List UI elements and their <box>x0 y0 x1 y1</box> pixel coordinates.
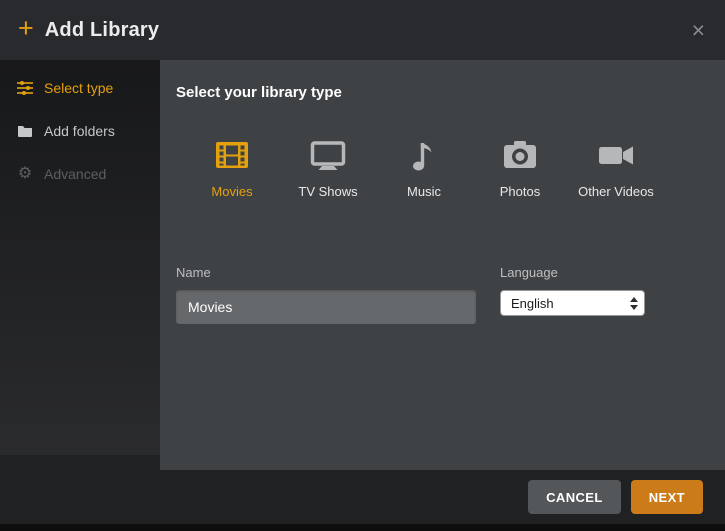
language-field-group: Language English <box>500 265 645 324</box>
language-select-value: English <box>511 296 554 311</box>
panel-heading: Select your library type <box>176 84 701 101</box>
library-type-list: Movies TV Shows <box>184 135 701 199</box>
plus-icon: + <box>18 15 34 42</box>
next-button[interactable]: NEXT <box>631 480 703 514</box>
folder-icon <box>16 123 34 139</box>
dialog-footer: CANCEL NEXT <box>0 470 725 524</box>
dialog-body: Select type Add folders ⚙ Advanced Selec… <box>0 60 725 470</box>
cancel-button[interactable]: CANCEL <box>528 480 621 514</box>
film-icon <box>212 135 252 175</box>
name-field-group: Name <box>176 265 476 324</box>
field-row: Name Language English <box>176 265 701 324</box>
library-type-label: Photos <box>500 184 540 199</box>
library-type-other-videos[interactable]: Other Videos <box>568 135 664 199</box>
close-icon[interactable]: × <box>692 19 705 42</box>
sidebar: Select type Add folders ⚙ Advanced <box>0 60 160 455</box>
library-type-label: Other Videos <box>578 184 654 199</box>
sidebar-item-label: Select type <box>44 80 113 96</box>
library-type-label: Movies <box>211 184 252 199</box>
library-type-music[interactable]: Music <box>376 135 472 199</box>
window-edge <box>0 524 725 531</box>
select-stepper-icon <box>630 297 638 310</box>
sidebar-item-add-folders[interactable]: Add folders <box>0 109 160 152</box>
library-type-tv-shows[interactable]: TV Shows <box>280 135 376 199</box>
add-library-dialog: + Add Library × <box>0 0 725 531</box>
library-type-movies[interactable]: Movies <box>184 135 280 199</box>
gear-icon: ⚙ <box>16 166 34 182</box>
sidebar-item-advanced[interactable]: ⚙ Advanced <box>0 152 160 195</box>
tv-icon <box>308 135 348 175</box>
camera-icon <box>500 135 540 175</box>
language-select[interactable]: English <box>500 290 645 316</box>
name-field-label: Name <box>176 265 476 280</box>
sidebar-item-select-type[interactable]: Select type <box>0 66 160 109</box>
language-field-label: Language <box>500 265 645 280</box>
video-camera-icon <box>596 135 636 175</box>
sidebar-item-label: Advanced <box>44 166 106 182</box>
sliders-icon <box>16 80 34 96</box>
music-note-icon <box>404 135 444 175</box>
library-type-label: TV Shows <box>298 184 357 199</box>
sidebar-item-label: Add folders <box>44 123 115 139</box>
library-type-photos[interactable]: Photos <box>472 135 568 199</box>
dialog-title: Add Library <box>45 19 159 42</box>
main-panel: Select your library type <box>160 60 725 470</box>
dialog-header: + Add Library × <box>0 0 725 60</box>
name-input[interactable] <box>176 290 476 324</box>
library-type-label: Music <box>407 184 441 199</box>
